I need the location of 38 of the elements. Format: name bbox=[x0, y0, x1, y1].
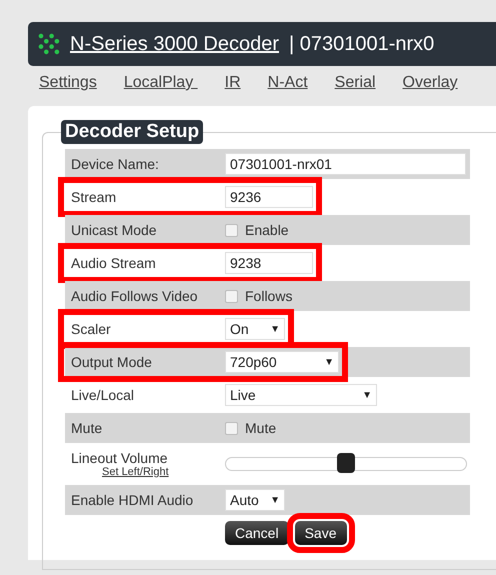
logo-icon bbox=[38, 33, 60, 55]
field-label: Live/Local bbox=[71, 387, 136, 403]
section-legend: Decoder Setup bbox=[61, 120, 204, 144]
set-left-right-link[interactable]: Set Left/Right bbox=[102, 466, 225, 478]
field-label: Unicast Mode bbox=[71, 222, 158, 238]
field-label: Enable HDMI Audio bbox=[71, 492, 194, 508]
checkbox-label: Enable bbox=[245, 222, 289, 238]
device-title: | 07301001-nrx0 bbox=[289, 32, 434, 56]
field-label: Audio Stream bbox=[71, 255, 157, 271]
nav-link[interactable]: IR bbox=[224, 74, 241, 100]
title-link[interactable]: N-Series 3000 Decoder bbox=[70, 32, 279, 56]
checkbox[interactable] bbox=[225, 422, 238, 434]
input-field[interactable]: 9238 bbox=[225, 252, 313, 274]
dropdown[interactable]: Live ▼ bbox=[225, 384, 377, 406]
checkbox[interactable] bbox=[225, 290, 238, 302]
input-field[interactable]: 9236 bbox=[225, 186, 313, 208]
field-label: Scaler bbox=[71, 321, 112, 337]
nav-link[interactable]: Serial bbox=[334, 74, 376, 100]
action-button[interactable]: Cancel bbox=[225, 521, 289, 545]
field-label: Device Name: bbox=[71, 156, 160, 172]
field-label: Audio Follows Video bbox=[71, 288, 199, 304]
checkbox-label: Mute bbox=[245, 420, 276, 436]
input-field[interactable]: 07301001-nrx01 bbox=[225, 153, 466, 175]
field-label: Mute bbox=[71, 420, 104, 436]
dropdown[interactable]: Auto ▼ bbox=[225, 489, 285, 511]
field-label: Stream bbox=[71, 189, 118, 205]
checkbox-label: Follows bbox=[245, 288, 292, 304]
nav-link[interactable]: N-Act bbox=[268, 74, 308, 100]
checkbox[interactable] bbox=[225, 224, 238, 236]
field-label: Lineout Volume bbox=[71, 450, 169, 466]
dropdown[interactable]: 720p60 ▼ bbox=[225, 351, 339, 373]
field-label: Output Mode bbox=[71, 354, 153, 370]
nav-link[interactable]: LocalPlay bbox=[124, 74, 198, 100]
dropdown[interactable]: On ▼ bbox=[225, 318, 285, 340]
slider-thumb[interactable] bbox=[337, 453, 355, 473]
nav-link[interactable]: Settings bbox=[39, 74, 97, 100]
nav-link[interactable]: Overlay bbox=[402, 74, 458, 100]
action-button[interactable]: Save bbox=[294, 521, 347, 545]
